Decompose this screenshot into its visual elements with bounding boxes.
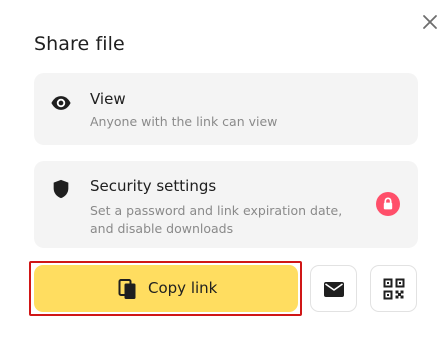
qr-code-icon bbox=[383, 278, 405, 300]
security-description-line-1: Set a password and link expiration date, bbox=[90, 203, 343, 218]
copy-link-label: Copy link bbox=[148, 279, 218, 297]
dialog-title: Share file bbox=[34, 33, 125, 55]
close-icon[interactable] bbox=[420, 12, 440, 32]
security-settings-description: Set a password and link expiration date,… bbox=[90, 202, 360, 238]
access-option-label: View bbox=[90, 90, 126, 108]
qr-code-button[interactable] bbox=[370, 265, 417, 312]
access-option-view[interactable]: View Anyone with the link can view bbox=[34, 73, 418, 145]
share-by-email-button[interactable] bbox=[310, 265, 357, 312]
security-settings-label: Security settings bbox=[90, 177, 217, 195]
security-description-line-2: and disable downloads bbox=[90, 221, 234, 236]
shield-icon bbox=[53, 179, 69, 199]
copy-link-button[interactable]: Copy link bbox=[34, 265, 298, 312]
lock-icon bbox=[383, 197, 393, 210]
copy-icon bbox=[118, 279, 136, 299]
lock-badge bbox=[376, 192, 400, 216]
eye-icon bbox=[51, 96, 71, 110]
security-settings-option[interactable]: Security settings Set a password and lin… bbox=[34, 161, 418, 248]
access-option-description: Anyone with the link can view bbox=[90, 114, 278, 129]
mail-icon bbox=[324, 282, 344, 297]
